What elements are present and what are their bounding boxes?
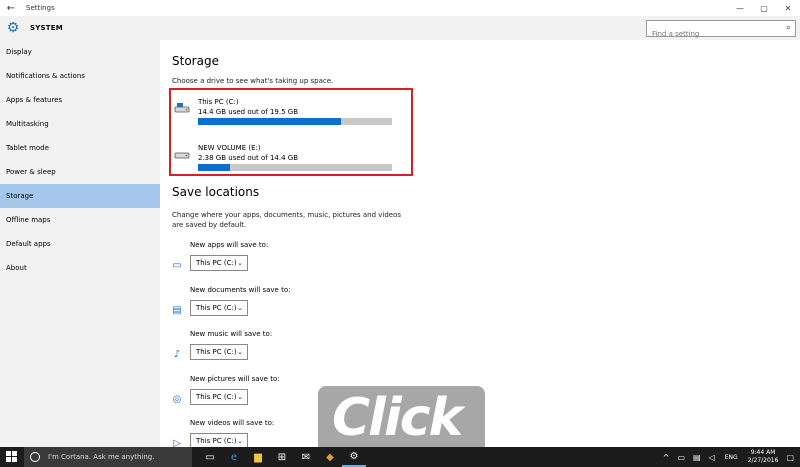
drive-usage: 14.4 GB used out of 19.5 GB [198, 108, 299, 116]
save-location-dropdown[interactable]: This PC (C:) ⌄ [190, 344, 248, 360]
search-icon[interactable]: ⌕ [786, 23, 791, 33]
window-controls: — ▢ ✕ [728, 0, 800, 16]
storage-heading: Storage [172, 54, 219, 68]
file-explorer-icon[interactable]: ▆ [246, 447, 270, 467]
watermark-text: Click [332, 388, 463, 448]
save-location-dropdown[interactable]: This PC (C:) ⌄ [190, 388, 248, 405]
sidebar-item[interactable]: Multitasking [0, 112, 160, 136]
battery-icon[interactable]: ▭ [677, 453, 685, 462]
folder-icon: ▤ [172, 304, 182, 316]
dropdown-value: This PC (C:) [196, 437, 237, 445]
save-location-label: New pictures will save to: [190, 374, 280, 383]
watermark-logo: Click [318, 386, 485, 448]
monitor-icon: ▭ [172, 260, 182, 271]
drive-usage-bar [198, 118, 392, 125]
drive-usage: 2.38 GB used out of 14.4 GB [198, 154, 299, 162]
clock-time: 9:44 AM [750, 449, 776, 456]
save-location-dropdown[interactable]: This PC (C:) ⌄ [190, 255, 248, 271]
sidebar-item[interactable]: About [0, 256, 160, 280]
dropdown-value: This PC (C:) [196, 259, 237, 267]
sidebar-item[interactable]: Display [0, 40, 160, 64]
sidebar-item[interactable]: Power & sleep [0, 160, 160, 184]
system-tray: ^ ▭ ▤ ◁ ENG 9:44 AM 2/27/2016 ▢ [659, 447, 800, 467]
camera-icon: ◎ [172, 393, 182, 405]
search-box[interactable]: ⌕ [646, 20, 796, 42]
drive-item[interactable]: NEW VOLUME (E:) 2.38 GB used out of 14.4 … [174, 144, 404, 174]
chevron-down-icon: ⌄ [237, 392, 243, 401]
settings-taskbar-icon[interactable]: ⚙ [342, 447, 366, 467]
cortana-icon [30, 452, 40, 462]
minimize-button[interactable]: — [728, 0, 752, 16]
save-locations-heading: Save locations [172, 185, 260, 199]
action-center-icon[interactable]: ▢ [786, 453, 794, 462]
drive-item[interactable]: This PC (C:) 14.4 GB used out of 19.5 GB [174, 98, 404, 128]
volume-icon[interactable]: ◁ [709, 453, 715, 462]
save-location-row: New apps will save to: ▭ This PC (C:) ⌄ [170, 241, 410, 281]
dropdown-value: This PC (C:) [196, 348, 237, 356]
save-location-dropdown[interactable]: This PC (C:) ⌄ [190, 299, 248, 316]
app-icon[interactable]: ◆ [318, 447, 342, 467]
sidebar-item[interactable]: Tablet mode [0, 136, 160, 160]
task-view-icon[interactable]: ▭ [198, 447, 222, 467]
taskbar: I'm Cortana. Ask me anything. ▭ e ▆ ⊞ ✉ … [0, 447, 800, 467]
sidebar-item[interactable]: Apps & features [0, 88, 160, 112]
section-title: SYSTEM [30, 24, 63, 32]
cortana-placeholder: I'm Cortana. Ask me anything. [48, 453, 155, 461]
hard-drive-icon [174, 152, 190, 159]
chevron-down-icon: ⌄ [237, 303, 243, 312]
drive-usage-fill [198, 164, 230, 171]
save-location-dropdown[interactable]: This PC (C:) ⌄ [190, 433, 248, 447]
chevron-up-icon[interactable]: ^ [663, 453, 670, 462]
chevron-down-icon: ⌄ [237, 259, 243, 267]
drive-usage-fill [198, 118, 342, 125]
edge-browser-icon[interactable]: e [222, 447, 246, 467]
windows-start-icon[interactable] [6, 451, 18, 463]
dropdown-value: This PC (C:) [196, 303, 237, 312]
save-location-label: New documents will save to: [190, 285, 291, 294]
video-camera-icon: ▷ [173, 438, 181, 447]
clock[interactable]: 9:44 AM 2/27/2016 [748, 449, 779, 465]
dropdown-value: This PC (C:) [196, 392, 237, 401]
sidebar: Display Notifications & actions Apps & fea… [0, 40, 160, 447]
close-button[interactable]: ✕ [776, 0, 800, 16]
drive-name: This PC (C:) [198, 98, 239, 106]
save-location-label: New apps will save to: [190, 241, 269, 249]
gear-icon: ⚙ [6, 20, 20, 36]
clock-date: 2/27/2016 [747, 457, 779, 464]
music-note-icon: ♪ [173, 349, 181, 360]
chevron-down-icon: ⌄ [237, 348, 243, 356]
back-arrow-icon[interactable]: ← [0, 3, 22, 14]
storage-hint: Choose a drive to see what's taking up s… [172, 77, 334, 85]
sidebar-item[interactable]: Notifications & actions [0, 64, 160, 88]
taskbar-apps: ▭ e ▆ ⊞ ✉ ◆ ⚙ [198, 447, 366, 467]
save-location-row: New documents will save to: ▤ This PC (C:)… [170, 286, 410, 326]
store-icon[interactable]: ⊞ [270, 447, 294, 467]
sidebar-item[interactable]: Storage [0, 184, 160, 208]
save-location-label: New videos will save to: [190, 419, 275, 427]
save-location-row: New music will save to: ♪ This PC (C:) ⌄ [170, 330, 410, 370]
maximize-button[interactable]: ▢ [752, 0, 776, 16]
settings-window: ← Settings — ▢ ✕ ⚙ SYSTEM ⌕ DisplayNotif… [0, 0, 800, 448]
drive-usage-bar [198, 164, 392, 171]
title-bar: ← Settings — ▢ ✕ [0, 0, 800, 16]
chevron-down-icon: ⌄ [237, 437, 243, 445]
network-icon[interactable]: ▤ [693, 453, 701, 462]
hard-drive-icon [174, 103, 190, 113]
window-title: Settings [26, 4, 55, 12]
sidebar-item[interactable]: Default apps [0, 232, 160, 256]
cortana-search-box[interactable]: I'm Cortana. Ask me anything. [24, 447, 192, 467]
save-locations-description: Change where your apps, documents, music… [172, 211, 402, 229]
language-indicator[interactable]: ENG [725, 454, 738, 461]
save-location-label: New music will save to: [190, 330, 273, 338]
mail-icon[interactable]: ✉ [294, 447, 318, 467]
sidebar-item[interactable]: Offline maps [0, 208, 160, 232]
drive-name: NEW VOLUME (E:) [198, 144, 261, 152]
